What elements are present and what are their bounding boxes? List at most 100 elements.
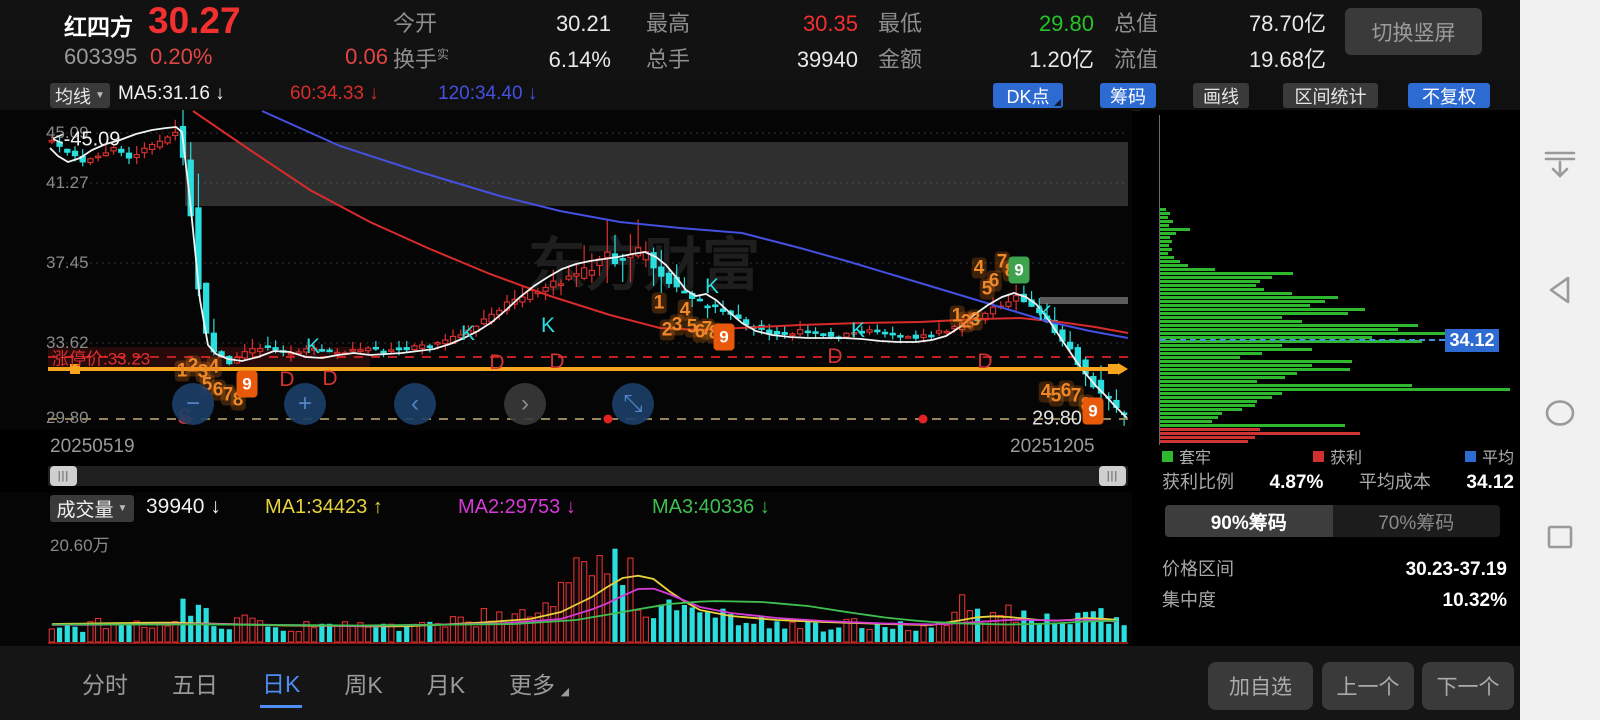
chart-marker-6: 6 xyxy=(986,270,1002,292)
action-button-下一个[interactable]: 下一个 xyxy=(1422,662,1514,710)
chip-tab-90%筹码[interactable]: 90%筹码 xyxy=(1165,505,1333,537)
ma-selector-label: 均线 xyxy=(55,86,92,107)
stock-app-landscape: 红四方 603395 30.27 0.20% 0.06 今开 30.21 最高 30.… xyxy=(0,0,1600,720)
legend-item-套牢: 套牢 xyxy=(1162,444,1211,468)
limit-up-price-label: 涨停价:33.23 xyxy=(52,349,151,369)
avg-cost-dashed-line xyxy=(1160,339,1445,341)
legend-label: 平均 xyxy=(1482,450,1515,467)
chip-bar xyxy=(1160,440,1248,443)
chevron-left-icon[interactable]: ‹ xyxy=(394,383,436,425)
chart-toolbar: 均线 ▼ MA5:31.16 ↓ 60:34.33 ↓ 120:34.40 ↓ DK… xyxy=(0,80,1520,111)
chip-bar xyxy=(1160,416,1218,419)
volume-canvas xyxy=(48,548,1128,644)
chip-bar xyxy=(1160,276,1272,279)
ma-value: 120:34.40 ↓ xyxy=(438,83,538,104)
stat-value: 34.12 xyxy=(1466,472,1514,493)
recents-icon[interactable] xyxy=(1545,523,1575,551)
toolbar-button-DK点[interactable]: DK点 xyxy=(993,83,1063,108)
period-tab-分时[interactable]: 分时 xyxy=(80,660,130,706)
period-tab-月K[interactable]: 月K xyxy=(425,660,467,706)
legend-item-平均: 平均 xyxy=(1465,444,1514,468)
period-tab-周K[interactable]: 周K xyxy=(342,660,384,706)
plus-icon: + xyxy=(297,390,312,417)
chevron-right-icon: › xyxy=(521,390,529,417)
toolbar-button-画线[interactable]: 画线 xyxy=(1193,83,1249,108)
chip-bar xyxy=(1160,320,1302,323)
price-axis-label: 29.80 xyxy=(46,408,89,427)
chip-row-value: 10.32% xyxy=(1442,590,1507,611)
action-button-加自选[interactable]: 加自选 xyxy=(1208,662,1313,710)
quote-label: 最低 xyxy=(878,11,923,36)
period-tab-日K[interactable]: 日K xyxy=(260,659,303,708)
chip-detail-row: 集中度 10.32% xyxy=(1162,586,1507,612)
ma-selector-button[interactable]: 均线 ▼ xyxy=(50,83,110,108)
chip-bar xyxy=(1160,220,1173,223)
quote-field: 今开 30.21 xyxy=(393,6,611,38)
stock-header: 红四方 603395 30.27 0.20% 0.06 今开 30.21 最高 30.… xyxy=(0,0,1520,81)
scrollbar-left-handle[interactable]: ||| xyxy=(50,466,77,486)
chip-bar xyxy=(1160,248,1172,251)
chip-bar xyxy=(1160,428,1260,431)
quote-value: 1.20亿 xyxy=(1029,47,1094,72)
chart-marker-K: K xyxy=(1037,302,1053,325)
toolbar-button-不复权[interactable]: 不复权 xyxy=(1408,83,1490,108)
action-button-上一个[interactable]: 上一个 xyxy=(1322,662,1414,710)
chip-bar xyxy=(1160,300,1325,303)
end-date: 20251205 xyxy=(1010,436,1095,457)
collapse-icon[interactable]: ⤡ xyxy=(612,383,654,425)
toolbar-button-筹码[interactable]: 筹码 xyxy=(1100,83,1156,108)
chart-marker-D: D xyxy=(549,350,565,373)
start-date: 20250519 xyxy=(50,436,135,457)
chip-tab-70%筹码[interactable]: 70%筹码 xyxy=(1333,505,1501,537)
chip-bar xyxy=(1160,372,1297,375)
chip-bar xyxy=(1160,332,1492,335)
chip-bar xyxy=(1160,260,1180,263)
home-icon[interactable] xyxy=(1543,398,1577,428)
quote-label: 总手 xyxy=(646,47,691,72)
chart-scrollbar[interactable]: ||| ||| xyxy=(48,466,1128,486)
chip-bar xyxy=(1160,308,1365,311)
chip-bar xyxy=(1160,304,1310,307)
chip-bar xyxy=(1160,236,1170,239)
quote-field: 换手实 6.14% xyxy=(393,42,611,74)
chip-bar xyxy=(1160,316,1282,319)
chip-row-label: 集中度 xyxy=(1162,590,1216,610)
quote-label: 最高 xyxy=(646,11,691,36)
android-nav-bar xyxy=(1520,0,1600,720)
volume-indicator-selector[interactable]: 成交量 ▼ xyxy=(50,495,134,522)
chip-bar xyxy=(1160,424,1345,427)
switch-portrait-button[interactable]: 切换竖屏 xyxy=(1345,8,1482,55)
chart-marker-9: 9 xyxy=(1082,397,1104,425)
quote-label: 今开 xyxy=(393,11,438,36)
quote-value: 30.21 xyxy=(555,11,611,36)
quote-field: 总值 78.70亿 xyxy=(1114,6,1326,38)
quote-label: 总值 xyxy=(1114,11,1159,36)
chip-bar xyxy=(1160,224,1169,227)
quote-label: 流值 xyxy=(1114,47,1159,72)
scrollbar-right-handle[interactable]: ||| xyxy=(1099,466,1126,486)
chip-bar xyxy=(1160,228,1190,231)
chip-bar xyxy=(1160,420,1212,423)
candlestick-chart[interactable]: 东方财富 45.09 41.27 37.45 33.62 29.80 <-45.09 2… xyxy=(0,110,1132,430)
quote-field: 最高 30.35 xyxy=(646,6,858,38)
chip-bar xyxy=(1160,404,1255,407)
back-icon[interactable] xyxy=(1544,275,1576,305)
chip-bar xyxy=(1160,208,1166,211)
period-tab-更多[interactable]: 更多 ◢ xyxy=(507,660,569,706)
legend-item-获利: 获利 xyxy=(1313,444,1362,468)
chip-bar xyxy=(1160,432,1360,435)
chip-bar xyxy=(1160,324,1418,327)
collapse-icon: ⤡ xyxy=(623,390,643,417)
chevron-right-icon[interactable]: › xyxy=(504,383,546,425)
chevron-down-icon: ▼ xyxy=(117,503,128,514)
minus-icon[interactable]: − xyxy=(172,383,214,425)
period-tab-五日[interactable]: 五日 xyxy=(170,660,220,706)
quote-value: 29.80 xyxy=(1038,11,1094,36)
plus-icon[interactable]: + xyxy=(284,383,326,425)
quote-label: 金额 xyxy=(878,47,923,72)
chip-bar xyxy=(1160,272,1293,275)
hide-keyboard-icon[interactable] xyxy=(1542,149,1578,181)
volume-chart[interactable]: 20.60万 xyxy=(0,526,1132,646)
toolbar-button-区间统计[interactable]: 区间统计 xyxy=(1283,83,1378,108)
period-tab-bar: 分时 五日 日K 周K 月K 更多 ◢ 加自选 上一个 下一个 xyxy=(0,646,1520,720)
